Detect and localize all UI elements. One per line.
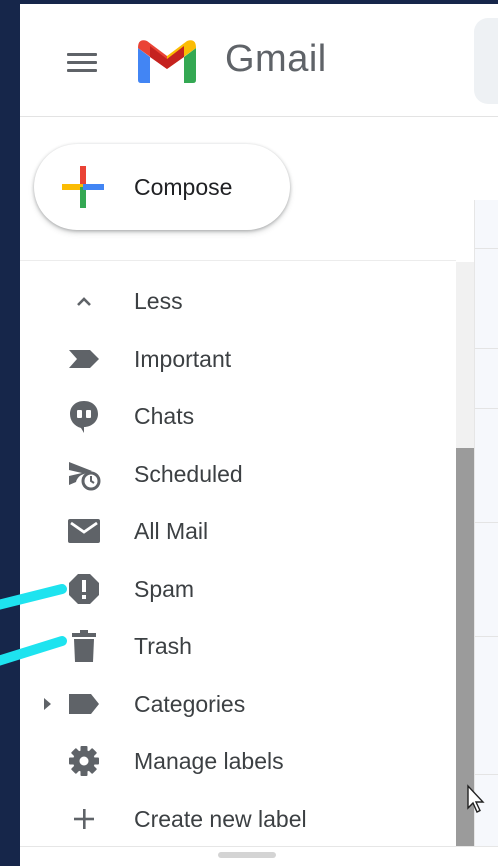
- label-tag-icon: [69, 694, 99, 714]
- sidebar-item-label: Scheduled: [134, 461, 243, 487]
- envelope-icon: [68, 519, 100, 543]
- exclamation-octagon-icon: [69, 574, 99, 604]
- app-header: Gmail: [20, 4, 498, 117]
- sidebar-item-less[interactable]: Less: [20, 273, 456, 329]
- sidebar-item-label: Create new label: [134, 806, 307, 832]
- sidebar-item-label: Manage labels: [134, 748, 284, 774]
- compose-plus-icon: [62, 166, 104, 208]
- important-label-icon: [69, 350, 99, 368]
- sidebar-item-label: Important: [134, 346, 232, 372]
- sidebar-item-trash[interactable]: Trash: [20, 618, 456, 674]
- search-bar[interactable]: [474, 18, 498, 104]
- sidebar-item-all-mail[interactable]: All Mail: [20, 503, 456, 559]
- gmail-logo-icon[interactable]: [134, 34, 200, 84]
- chevron-up-icon: [77, 297, 91, 306]
- compose-label: Compose: [134, 174, 233, 200]
- sidebar-item-label: Less: [134, 288, 183, 314]
- sidebar-item-spam[interactable]: Spam: [20, 561, 456, 617]
- app-name: Gmail: [225, 38, 327, 80]
- plus-icon: [74, 809, 94, 829]
- resize-handle[interactable]: [218, 852, 276, 858]
- sidebar-item-label: Spam: [134, 576, 195, 602]
- scheduled-send-icon: [69, 462, 101, 491]
- sidebar-item-scheduled[interactable]: Scheduled: [20, 446, 456, 502]
- compose-button[interactable]: Compose: [34, 144, 290, 230]
- mouse-cursor-icon: [467, 784, 485, 813]
- sidebar-item-important[interactable]: Important: [20, 331, 456, 387]
- sidebar-item-chats[interactable]: Chats: [20, 388, 456, 444]
- gear-icon: [69, 746, 99, 776]
- sidebar-item-create-new-label[interactable]: Create new label: [20, 791, 456, 847]
- sidebar-item-label: Categories: [134, 691, 246, 717]
- sidebar-item-label: Trash: [134, 633, 192, 659]
- gmail-window: Gmail Compose Less Important Chats Sched…: [20, 4, 498, 866]
- main-menu-button[interactable]: [60, 44, 104, 80]
- trash-icon: [72, 630, 96, 662]
- expand-caret-icon[interactable]: [42, 697, 54, 711]
- sidebar-item-manage-labels[interactable]: Manage labels: [20, 733, 456, 789]
- sidebar-item-label: Chats: [134, 403, 195, 429]
- chat-bubble-icon: [70, 401, 98, 433]
- sidebar-item-categories[interactable]: Categories: [20, 676, 456, 732]
- message-list-edge: [474, 200, 498, 866]
- sidebar-nav: Less Important Chats Scheduled All Mail …: [20, 260, 456, 845]
- sidebar-item-label: All Mail: [134, 518, 209, 544]
